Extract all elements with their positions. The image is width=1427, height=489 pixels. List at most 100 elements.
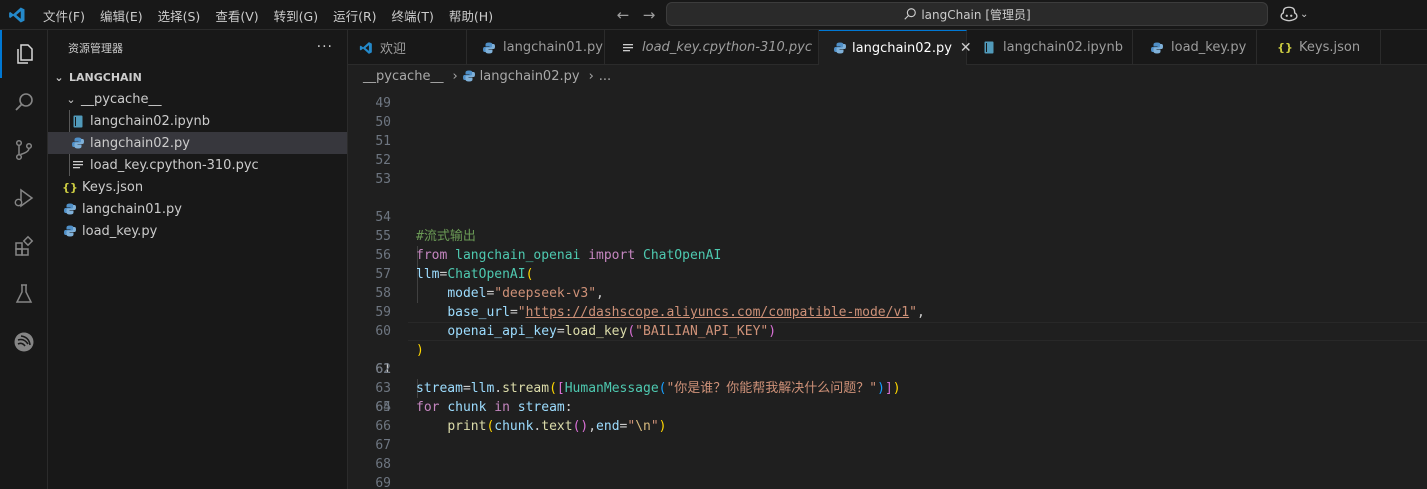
lines-file-icon [620, 40, 636, 56]
menu-edit[interactable]: 编辑(E) [100, 6, 143, 25]
chevron-down-icon: ⌄ [54, 70, 64, 84]
code-line-50: 50 [348, 113, 1427, 132]
flask-icon [15, 284, 33, 303]
forward-arrow-icon[interactable]: → [638, 5, 660, 25]
line-number: 68 [375, 457, 391, 472]
remote-activity[interactable] [0, 318, 48, 366]
code-line-63: 63 for chunk in stream: [348, 360, 1427, 415]
menu-view[interactable]: 查看(V) [215, 6, 258, 25]
editor-tabs: 欢迎 langchain01.py load_key.cpython-310.p… [348, 30, 1427, 65]
source-control-icon [15, 139, 33, 161]
lines-file-icon [70, 157, 86, 173]
code-line-55: 55 from langchain_openai import ChatOpen… [348, 208, 1427, 263]
run-debug-icon [14, 188, 34, 208]
vscode-logo-icon [9, 7, 25, 23]
menu-terminal[interactable]: 终端(T) [392, 6, 434, 25]
testing-activity[interactable] [0, 270, 48, 318]
sidebar-title: 资源管理器 [68, 41, 123, 55]
search-activity[interactable] [0, 78, 48, 126]
tree-item-keys-json[interactable]: {} Keys.json [48, 176, 347, 198]
code-line-49: 49 [348, 94, 1427, 113]
code-line-68: 68 [348, 455, 1427, 474]
tab-langchain02-py[interactable]: langchain02.py ✕ [819, 30, 972, 65]
tree-item-label: Keys.json [82, 179, 144, 195]
breadcrumb: __pycache__ › langchain02.py › ... [348, 65, 1427, 87]
back-arrow-icon[interactable]: ← [612, 5, 634, 25]
code-line-66: 66 [348, 417, 1427, 436]
copilot-menu[interactable]: ⌄ [1280, 5, 1308, 23]
python-file-icon [62, 201, 78, 217]
code-line-53: 53 [348, 170, 1427, 189]
line-number: 66 [375, 419, 391, 434]
menu-file[interactable]: 文件(F) [43, 6, 85, 25]
command-center-search[interactable]: langChain [管理员] [666, 2, 1268, 26]
copilot-icon [1280, 6, 1298, 22]
code-line-52: 52 [348, 151, 1427, 170]
menu-go[interactable]: 转到(G) [274, 6, 318, 25]
line-number: 65 [375, 400, 391, 415]
code-line-56: 56 llm=ChatOpenAI( [348, 227, 1427, 282]
tab-langchain02-ipynb[interactable]: langchain02.ipynb [967, 30, 1133, 65]
tree-item-label: load_key.cpython-310.pyc [90, 157, 259, 173]
menu-help[interactable]: 帮助(H) [449, 6, 493, 25]
code-editor[interactable]: 49 50 51 52 53 54 #流式输出 55 from langchai… [348, 87, 1427, 489]
line-number: 50 [375, 115, 391, 130]
breadcrumb-symbol[interactable]: ... [599, 69, 611, 84]
menu-selection[interactable]: 选择(S) [158, 6, 201, 25]
tab-label: langchain02.py [852, 40, 952, 56]
breadcrumb-folder[interactable]: __pycache__ [363, 69, 443, 84]
tree-folder-pycache[interactable]: ⌄ __pycache__ [48, 88, 347, 110]
tab-label: 欢迎 [380, 42, 407, 57]
line-number: 53 [375, 172, 391, 187]
tab-label: Keys.json [1299, 40, 1361, 55]
line-number: 52 [375, 153, 391, 168]
json-braces-icon: {} [1277, 41, 1293, 54]
code-line-57: 57 model="deepseek-v3", [348, 246, 1427, 301]
notebook-file-icon [981, 40, 997, 56]
tree-item-label: langchain02.py [90, 135, 190, 151]
source-control-activity[interactable] [0, 126, 48, 174]
tab-label: load_key.cpython-310.pyc [642, 40, 812, 55]
python-file-icon [834, 40, 846, 56]
tree-item-label: langchain02.ipynb [90, 113, 210, 129]
menu-run[interactable]: 运行(R) [333, 6, 376, 25]
tree-item-langchain01-py[interactable]: langchain01.py [48, 198, 347, 220]
chevron-right-icon: › [452, 68, 458, 84]
tab-welcome[interactable]: 欢迎 [348, 30, 467, 65]
sidebar-header: 资源管理器 ··· [48, 30, 347, 65]
code-line-51: 51 [348, 132, 1427, 151]
tree-item-ipynb[interactable]: langchain02.ipynb [48, 110, 347, 132]
explorer-activity[interactable] [0, 30, 48, 78]
chevron-down-icon: ⌄ [1300, 8, 1309, 20]
code-line-65: 65 [348, 398, 1427, 417]
tree-item-langchain02-py[interactable]: langchain02.py [48, 132, 347, 154]
tree-item-pyc[interactable]: load_key.cpython-310.pyc [48, 154, 347, 176]
line-number: 49 [375, 96, 391, 111]
extensions-icon [15, 235, 34, 256]
more-actions-icon[interactable]: ··· [317, 39, 333, 55]
tree-item-label: __pycache__ [81, 91, 162, 107]
folder-root[interactable]: ⌄ LANGCHAIN [48, 66, 347, 88]
code-line-61: 61 [348, 322, 1427, 377]
run-debug-activity[interactable] [0, 174, 48, 222]
title-bar: 文件(F) 编辑(E) 选择(S) 查看(V) 转到(G) 运行(R) 终端(T… [0, 0, 1427, 30]
code-line-64: 64 print(chunk.text(),end="\n") [348, 379, 1427, 434]
code-line-60: 60 ) [348, 303, 1427, 358]
tab-pyc[interactable]: load_key.cpython-310.pyc [605, 30, 819, 65]
chevron-down-icon: ⌄ [66, 92, 76, 106]
extensions-activity[interactable] [0, 222, 48, 270]
search-icon [15, 93, 33, 111]
tab-load-key-py[interactable]: load_key.py [1133, 30, 1257, 65]
tab-label: langchain01.py [503, 40, 603, 55]
vscode-logo-icon [358, 40, 374, 56]
json-braces-icon: {} [62, 180, 78, 194]
tab-keys-json[interactable]: {} Keys.json [1257, 30, 1381, 65]
breadcrumb-file[interactable]: langchain02.py [480, 69, 580, 84]
tree-item-load-key-py[interactable]: load_key.py [48, 220, 347, 242]
chevron-right-icon: › [588, 68, 594, 84]
tab-langchain01-py[interactable]: langchain01.py [467, 30, 605, 65]
code-line-62: 62 stream=llm.stream([HumanMessage("你是谁？… [348, 341, 1427, 396]
tab-label: langchain02.ipynb [1003, 40, 1123, 55]
code-line-58: 58 base_url="https://dashscope.aliyuncs.… [348, 265, 1427, 320]
nav-arrows: ← → [612, 5, 664, 25]
